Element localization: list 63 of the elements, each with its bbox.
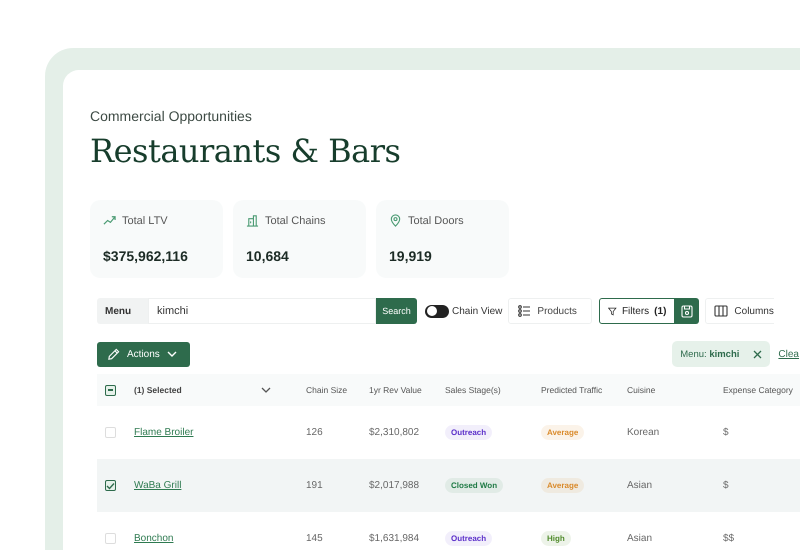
sales-stage-tag: Outreach [445, 425, 492, 440]
selection-label: (1) Selected [134, 385, 182, 395]
list-icon [518, 305, 532, 317]
pencil-icon [107, 348, 120, 360]
stat-value: $375,962,116 [103, 248, 189, 264]
table-cell: Korean [627, 427, 660, 438]
table-cell: 145 [306, 533, 323, 544]
table-cell: $$ [723, 533, 734, 544]
columns-icon [714, 305, 728, 317]
search-field[interactable]: kimchi [148, 298, 376, 324]
search-scope-dropdown[interactable]: Menu [97, 298, 148, 324]
restaurant-link[interactable]: WaBa Grill [134, 480, 182, 491]
products-button[interactable]: Products [508, 298, 592, 324]
columns-button[interactable]: Columns [705, 298, 774, 324]
table-cell: 191 [306, 480, 323, 491]
toggle-switch[interactable] [425, 304, 449, 318]
column-header[interactable]: 1yr Rev Value [369, 385, 422, 395]
save-icon [681, 304, 694, 318]
table-row[interactable]: Bonchon 145 $1,631,984 Outreach High Asian $$ [97, 512, 800, 550]
table-cell: Asian [627, 533, 652, 544]
breadcrumb: Commercial Opportunities [90, 108, 253, 124]
actions-button[interactable]: Actions [97, 342, 190, 366]
stat-value: 19,919 [389, 248, 433, 264]
table-row[interactable]: Flame Broiler 126 $2,310,802 Outreach Average Korean $ [97, 406, 800, 459]
table-cell: $2,017,988 [369, 480, 420, 491]
sales-stage-tag: Closed Won [445, 478, 504, 493]
chevron-down-icon [166, 351, 177, 357]
filters-button[interactable]: Filters (1) [599, 298, 676, 324]
column-header[interactable]: Sales Stage(s) [445, 385, 501, 395]
row-checkbox[interactable] [105, 480, 116, 491]
page-title: Restaurants & Bars [90, 132, 402, 170]
traffic-tag: High [541, 531, 571, 546]
building-icon [246, 214, 259, 227]
stat-label: Total Doors [408, 214, 464, 226]
stat-label: Total LTV [122, 214, 168, 226]
traffic-tag: Average [541, 425, 584, 440]
stat-value: 10,684 [246, 248, 290, 264]
table-cell: $ [723, 480, 729, 491]
column-header[interactable]: Cuisine [627, 385, 656, 395]
stat-label: Total Chains [265, 214, 326, 226]
table-cell: $ [723, 427, 729, 438]
sales-stage-tag: Outreach [445, 531, 492, 546]
save-button[interactable] [675, 298, 700, 324]
close-icon[interactable] [753, 350, 762, 358]
traffic-tag: Average [541, 478, 584, 493]
filter-chip-label: Menu: kimchi [680, 348, 740, 360]
location-pin-icon [389, 214, 402, 227]
restaurant-link[interactable]: Flame Broiler [134, 427, 194, 438]
table-cell: $2,310,802 [369, 427, 420, 438]
toggle-label: Chain View [452, 306, 502, 316]
search-button[interactable]: Search [376, 298, 417, 324]
column-header[interactable]: Predicted Traffic [541, 385, 602, 395]
chevron-down-icon[interactable] [261, 387, 271, 393]
table-row[interactable]: WaBa Grill 191 $2,017,988 Closed Won Average Asian $ [97, 459, 800, 512]
restaurant-link[interactable]: Bonchon [134, 533, 174, 544]
table-cell: Asian [627, 480, 652, 491]
column-header[interactable]: Chain Size [306, 385, 348, 395]
select-all-checkbox[interactable] [105, 384, 116, 396]
column-header[interactable]: Expense Category [723, 385, 793, 395]
table-cell: $1,631,984 [369, 533, 420, 544]
trend-icon [103, 214, 116, 227]
clear-link[interactable]: Clea [778, 348, 799, 360]
table-cell: 126 [306, 427, 323, 438]
